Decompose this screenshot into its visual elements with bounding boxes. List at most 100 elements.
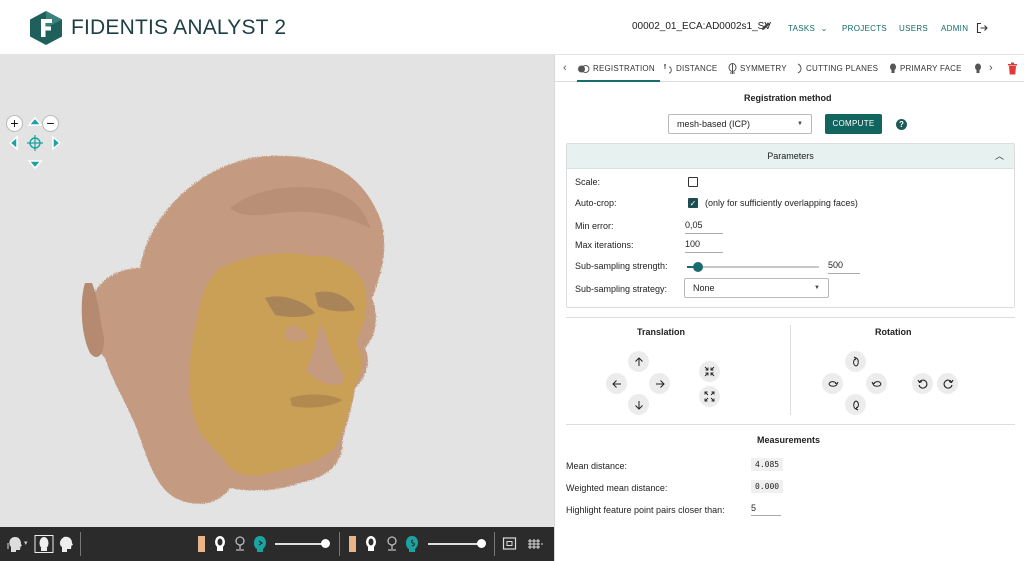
feature-points-icon[interactable]: [233, 535, 247, 553]
mean-distance-label: Mean distance:: [566, 461, 628, 471]
primary-face-color-swatch[interactable]: [198, 536, 205, 552]
parameters-header[interactable]: Parameters ︿: [567, 144, 1014, 169]
face-visibility-icon[interactable]: [364, 535, 378, 553]
scale-label: Scale:: [575, 177, 601, 187]
subsampling-strength-slider[interactable]: [687, 266, 819, 268]
tab-primary-face[interactable]: PRIMARY FACE: [889, 55, 962, 82]
subsampling-strength-label: Sub-sampling strength:: [575, 261, 668, 271]
nav-admin[interactable]: ADMIN: [941, 24, 968, 33]
primary-opacity-slider-knob[interactable]: [321, 539, 330, 548]
tabs-next-button[interactable]: ›: [989, 55, 993, 82]
rotate-ccw-icon: [917, 379, 927, 389]
translation-title: Translation: [637, 327, 686, 337]
expand-icon: [704, 391, 715, 402]
highlight-threshold-label: Highlight feature point pairs closer tha…: [566, 505, 725, 515]
analysis-panel: ‹ REGISTRATION DISTANCE SYMMETRY CUTTING…: [554, 55, 1024, 561]
chevron-down-icon: ⌄: [820, 24, 828, 33]
weighted-mean-distance-value: 0.000: [751, 480, 784, 493]
secondary-opacity-slider-knob[interactable]: [477, 539, 486, 548]
front-view-icon[interactable]: [34, 535, 54, 553]
translate-inward-button[interactable]: [699, 361, 720, 382]
profile-view-icon[interactable]: [6, 535, 24, 553]
secondary-face-tab-icon[interactable]: [974, 63, 982, 74]
app-title: FIDENTIS ANALYST 2: [71, 16, 287, 39]
symmetry-icon: [728, 63, 737, 75]
translate-left-button[interactable]: [606, 373, 627, 394]
zoom-out-button[interactable]: −: [42, 115, 59, 132]
primary-opacity-slider[interactable]: [275, 543, 325, 545]
registration-method-select[interactable]: mesh-based (ICP) ▼: [668, 114, 812, 134]
subsampling-strength-knob[interactable]: [693, 262, 703, 272]
translate-right-button[interactable]: [649, 373, 670, 394]
rotate-up-button[interactable]: [845, 351, 866, 372]
secondary-opacity-slider[interactable]: [428, 543, 482, 545]
max-iterations-input[interactable]: 100: [685, 239, 723, 253]
compute-button[interactable]: COMPUTE: [825, 114, 882, 134]
distance-icon: [664, 64, 672, 74]
task-tabs: ‹ REGISTRATION DISTANCE SYMMETRY CUTTING…: [555, 55, 1024, 82]
tabs-prev-button[interactable]: ‹: [563, 55, 567, 82]
toolbar-separator: [339, 532, 340, 556]
rotate-left-button[interactable]: [822, 373, 843, 394]
tab-distance[interactable]: DISTANCE: [663, 55, 717, 82]
nav-projects[interactable]: PROJECTS: [842, 24, 887, 33]
primary-face-head-icon[interactable]: [253, 535, 267, 553]
section-divider: [566, 424, 1015, 425]
section-divider: [566, 317, 1015, 318]
rotate-cw-icon: [943, 379, 953, 389]
secondary-face-color-swatch[interactable]: [349, 536, 356, 552]
project-id: 00002_01_ECA:AD0002s1_SV: [632, 21, 771, 32]
highlight-threshold-input[interactable]: 5: [751, 503, 781, 516]
feature-points-icon[interactable]: [385, 535, 399, 553]
secondary-face-head-icon[interactable]: [405, 535, 419, 553]
nav-tasks[interactable]: TASKS ⌄: [788, 24, 828, 33]
help-icon[interactable]: ?: [896, 119, 907, 130]
subsampling-strategy-select[interactable]: None ▼: [684, 278, 829, 298]
logout-icon[interactable]: [976, 22, 988, 34]
rotate-left-icon: [827, 380, 838, 387]
arrow-left-icon: [611, 379, 621, 388]
tab-cutting-planes[interactable]: CUTTING PLANES: [797, 55, 878, 82]
fidentis-logo-icon: [30, 11, 62, 45]
pencil-icon[interactable]: [761, 21, 771, 31]
rotate-right-button[interactable]: [866, 373, 887, 394]
chevron-down-icon[interactable]: ▾: [24, 535, 30, 553]
rotate-ccw-button[interactable]: [912, 373, 933, 394]
chevron-down-icon: ▼: [797, 121, 803, 127]
chevron-down-icon: ▼: [814, 285, 820, 291]
rotate-up-icon: [852, 356, 859, 367]
translate-up-button[interactable]: [628, 351, 649, 372]
subsampling-strength-input[interactable]: 500: [828, 260, 860, 274]
arrow-down-icon: [634, 400, 643, 410]
face-mesh-render[interactable]: [80, 148, 400, 527]
weighted-mean-distance-label: Weighted mean distance:: [566, 483, 668, 493]
trash-icon[interactable]: [1007, 62, 1018, 75]
app-header: FIDENTIS ANALYST 2 00002_01_ECA:AD0002s1…: [0, 0, 1024, 55]
zoom-in-button[interactable]: +: [6, 115, 23, 132]
3d-viewer[interactable]: + −: [0, 55, 554, 527]
side-view-icon[interactable]: [58, 535, 74, 553]
toolbar-separator: [494, 532, 495, 556]
autocrop-checkbox[interactable]: ✓: [688, 198, 698, 208]
nav-users[interactable]: USERS: [899, 24, 928, 33]
autocrop-note: (only for sufficiently overlapping faces…: [705, 198, 858, 208]
translate-outward-button[interactable]: [699, 386, 720, 407]
mean-distance-value: 4.085: [751, 458, 784, 471]
tab-symmetry[interactable]: SYMMETRY: [728, 55, 787, 82]
face-visibility-icon[interactable]: [213, 535, 227, 553]
scale-checkbox[interactable]: [688, 177, 698, 187]
tab-registration[interactable]: REGISTRATION: [577, 55, 660, 82]
rotate-down-button[interactable]: [845, 394, 866, 415]
rotate-cw-button[interactable]: [937, 373, 958, 394]
chevron-up-icon[interactable]: ︿: [995, 144, 1004, 169]
translate-down-button[interactable]: [628, 394, 649, 415]
render-mode-icon[interactable]: [526, 535, 544, 553]
collapse-icon: [704, 366, 715, 377]
min-error-input[interactable]: 0,05: [685, 220, 723, 234]
cutting-planes-icon: [797, 63, 802, 74]
rotate-down-icon: [852, 399, 859, 410]
screenshot-icon[interactable]: [502, 535, 517, 553]
toolbar-separator: [80, 532, 81, 556]
measurements-title: Measurements: [757, 435, 821, 445]
rotation-title: Rotation: [875, 327, 912, 337]
